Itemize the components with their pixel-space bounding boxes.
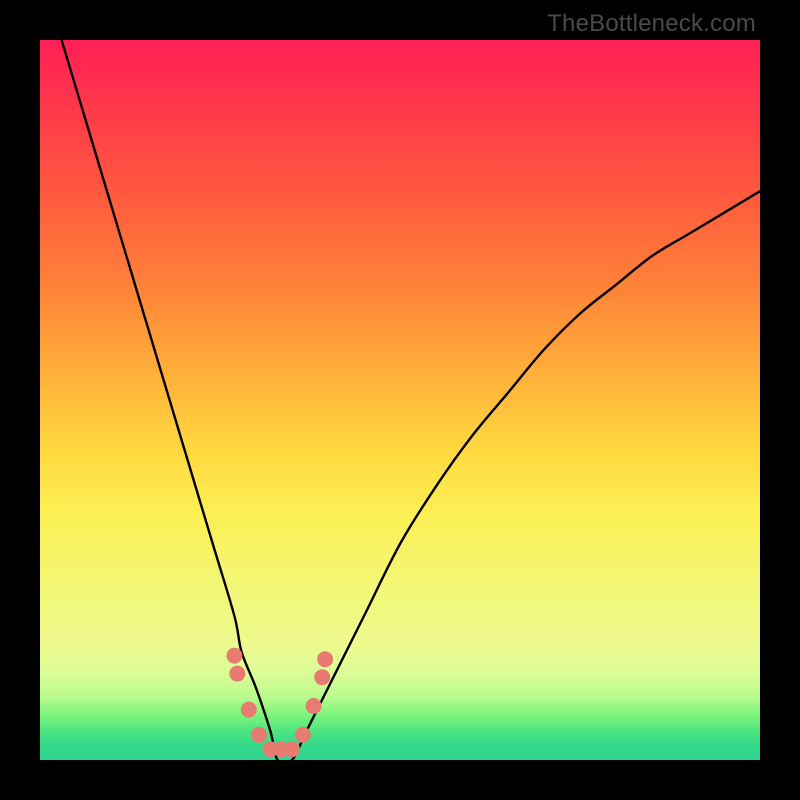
bottleneck-curve-path [62,40,760,764]
curve-markers [226,648,333,758]
marker-dot [306,698,322,714]
marker-dot [284,741,300,757]
chart-frame: TheBottleneck.com [0,0,800,800]
marker-dot [241,702,257,718]
plot-area [40,40,760,760]
watermark-text: TheBottleneck.com [547,10,756,38]
curve-svg [40,40,760,760]
marker-dot [226,648,242,664]
marker-dot [229,666,245,682]
marker-dot [314,669,330,685]
marker-dot [317,651,333,667]
marker-dot [251,727,267,743]
marker-dot [295,727,311,743]
